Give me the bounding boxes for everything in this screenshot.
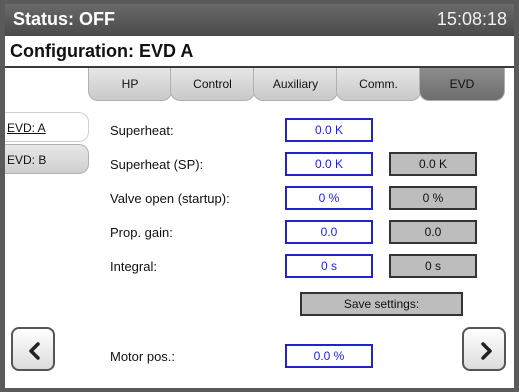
integral-input[interactable]: 0 s: [285, 254, 373, 278]
prev-page-button[interactable]: [11, 327, 55, 371]
side-tab-evd-a[interactable]: EVD: A: [5, 112, 89, 142]
prop-gain-current: 0.0: [389, 220, 477, 244]
save-settings-button[interactable]: Save settings:: [300, 292, 463, 316]
superheat-sp-label: Superheat (SP):: [110, 157, 204, 172]
integral-current: 0 s: [389, 254, 477, 278]
superheat-label: Superheat:: [110, 123, 174, 138]
config-header: Configuration: EVD A: [5, 38, 514, 68]
tab-control[interactable]: Control: [170, 68, 255, 101]
tab-hp[interactable]: HP: [88, 68, 172, 101]
superheat-sp-current: 0.0 K: [389, 152, 477, 176]
valve-open-current: 0 %: [389, 186, 477, 210]
page-title: Configuration: EVD A: [10, 41, 194, 61]
motor-pos-label: Motor pos.:: [110, 349, 176, 364]
superheat-sp-input[interactable]: 0.0 K: [285, 152, 373, 176]
tab-auxiliary[interactable]: Auxiliary: [253, 68, 338, 101]
superheat-value: 0.0 K: [285, 118, 373, 142]
top-tabs: HP Control Auxiliary Comm. EVD: [88, 68, 505, 102]
prop-gain-input[interactable]: 0.0: [285, 220, 373, 244]
hmi-panel: Status: OFF 15:08:18 Configuration: EVD …: [5, 4, 514, 388]
clock: 15:08:18: [436, 9, 507, 29]
side-tab-evd-b[interactable]: EVD: B: [5, 144, 89, 174]
chevron-left-icon: [29, 342, 40, 360]
integral-label: Integral:: [110, 259, 157, 274]
hmi-screen: Status: OFF 15:08:18 Configuration: EVD …: [0, 0, 519, 392]
motor-pos-value: 0.0 %: [285, 344, 373, 368]
tab-comm[interactable]: Comm.: [336, 68, 421, 101]
valve-open-label: Valve open (startup):: [110, 191, 230, 206]
prop-gain-label: Prop. gain:: [110, 225, 173, 240]
status-text: Status: OFF: [13, 9, 115, 29]
status-bar: Status: OFF 15:08:18: [5, 4, 514, 36]
chevron-right-icon: [481, 342, 492, 360]
valve-open-input[interactable]: 0 %: [285, 186, 373, 210]
tab-evd[interactable]: EVD: [419, 68, 505, 101]
next-page-button[interactable]: [462, 327, 506, 371]
